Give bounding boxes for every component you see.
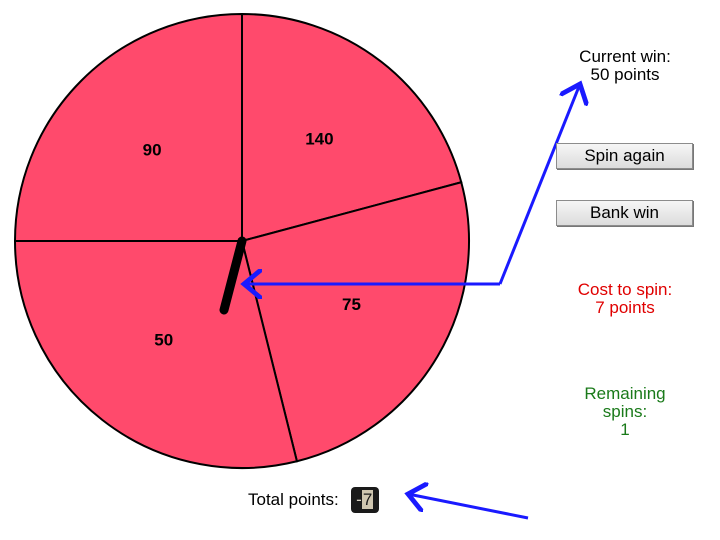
current-win-label: Current win: xyxy=(579,47,671,66)
bank-win-button[interactable]: Bank win xyxy=(556,200,693,226)
total-points-label: Total points: xyxy=(248,490,339,509)
total-points-number: 7 xyxy=(361,490,374,509)
cost-to-spin-info: Cost to spin: 7 points xyxy=(555,281,695,317)
total-points-sign: - xyxy=(356,490,362,509)
cost-value: 7 points xyxy=(595,298,655,317)
annotation-arrow-total xyxy=(408,494,529,520)
cost-label: Cost to spin: xyxy=(577,280,673,299)
wheel-segment-label: 75 xyxy=(342,295,361,314)
spin-again-button[interactable]: Spin again xyxy=(556,143,693,169)
remaining-label-line1: Remaining xyxy=(584,384,666,403)
remaining-spins-info: Remaining spins: 1 xyxy=(555,385,695,439)
total-points-value: -7 xyxy=(350,487,379,513)
current-win-display: Current win: 50 points xyxy=(555,48,695,84)
annotation-arrow-current-win xyxy=(498,84,580,285)
wheel-segment-90 xyxy=(13,12,243,242)
wheel-segment-label: 90 xyxy=(143,141,162,160)
wheel-segment-label: 50 xyxy=(154,331,173,350)
current-win-value: 50 points xyxy=(590,65,660,84)
wheel-segment-label: 140 xyxy=(305,130,333,149)
remaining-value: 1 xyxy=(620,420,630,439)
total-points-row: Total points: -7 xyxy=(248,486,379,514)
remaining-label-line2: spins: xyxy=(602,402,648,421)
